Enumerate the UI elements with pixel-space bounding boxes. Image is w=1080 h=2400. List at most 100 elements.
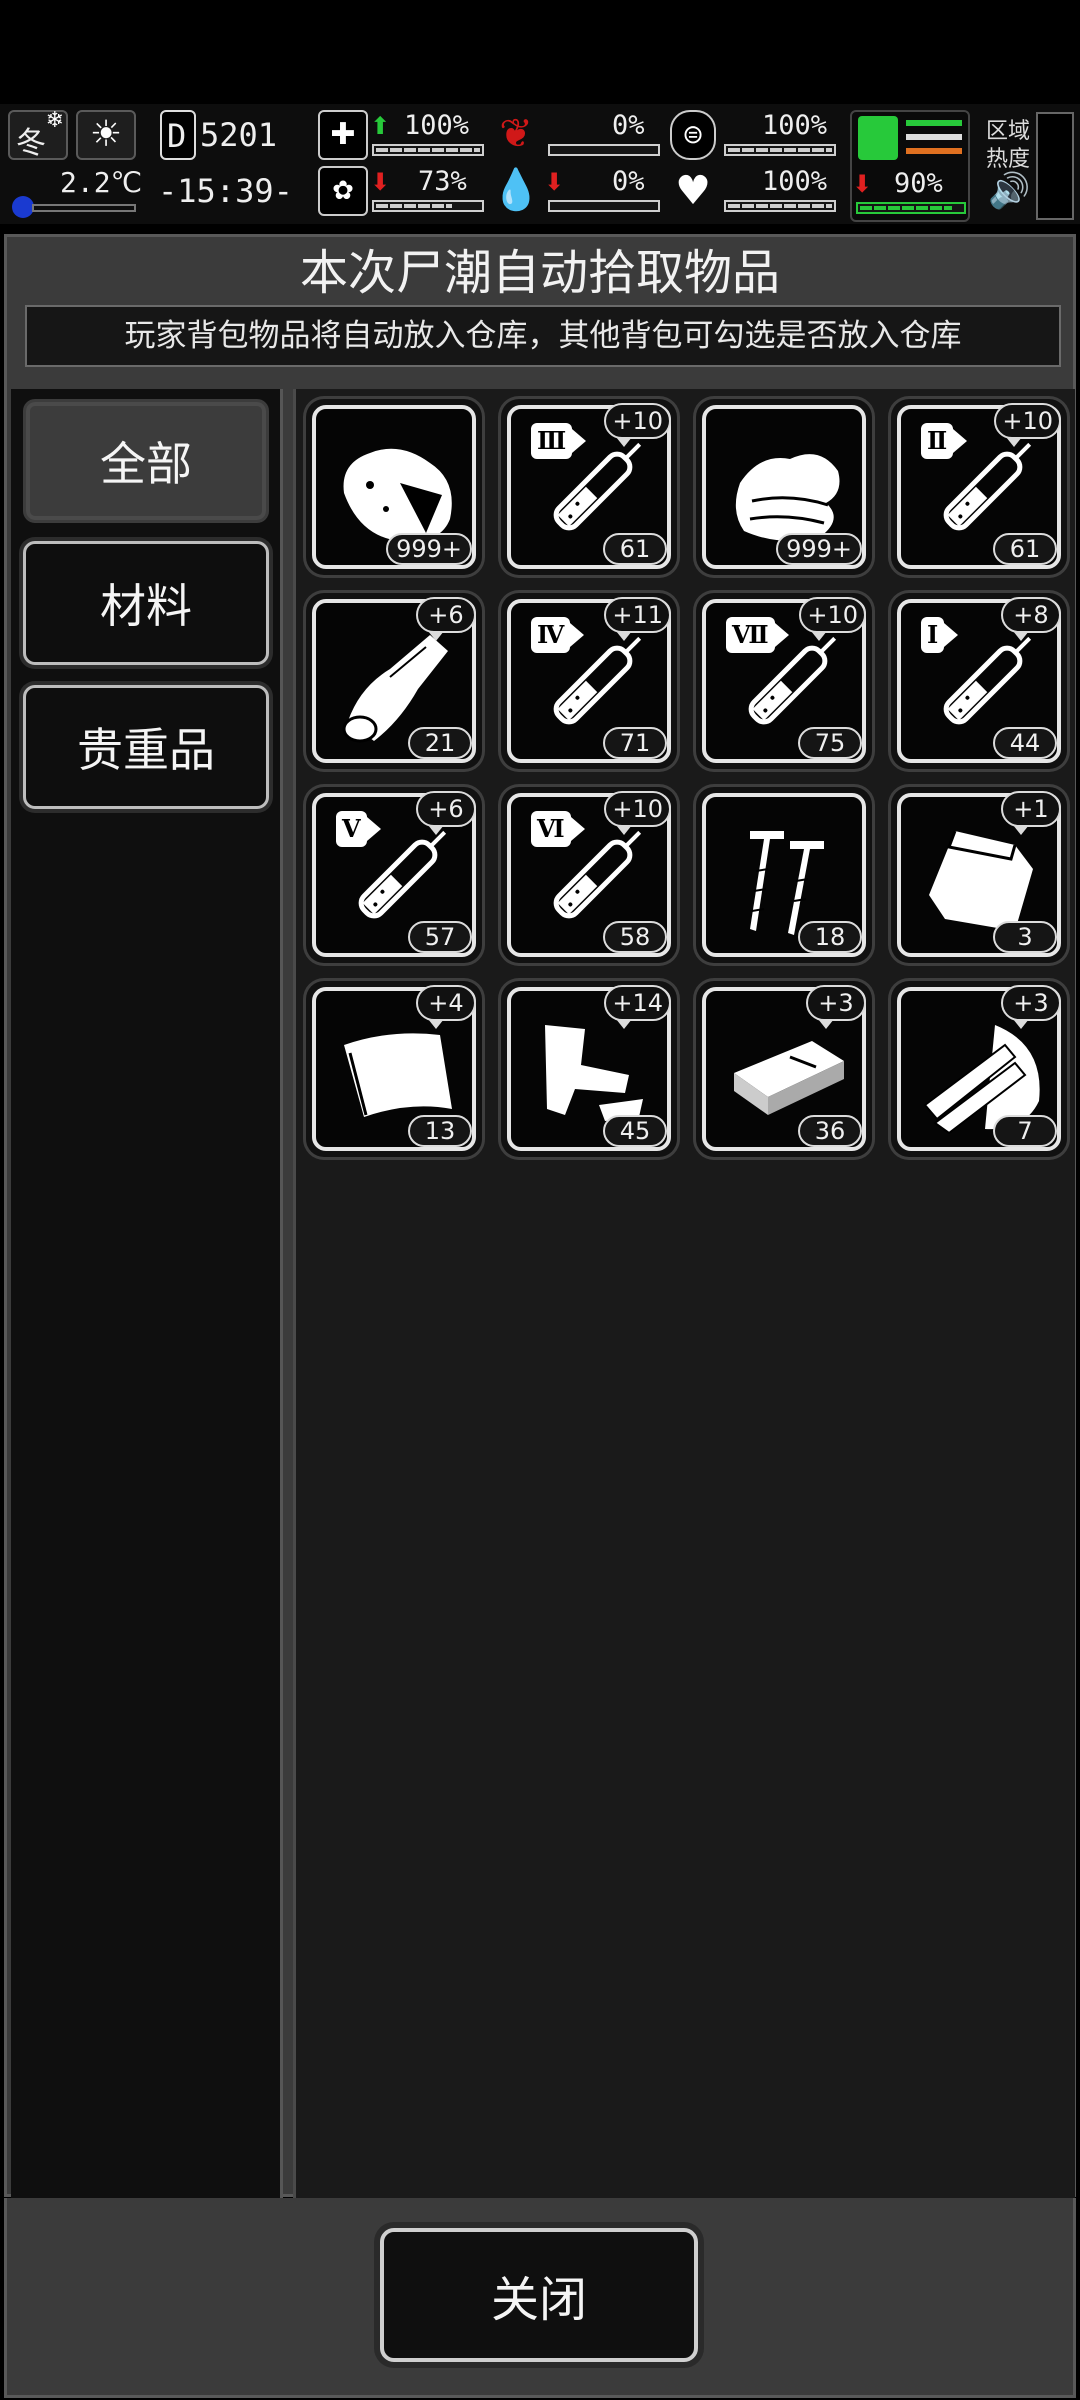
day-counter: 5201	[200, 116, 278, 154]
sun-icon: ☀	[89, 114, 123, 155]
item-count: 7	[993, 1115, 1057, 1147]
bonus-bubble: +14	[604, 985, 671, 1029]
stamina-box: ⬇ 90%	[850, 110, 970, 222]
tier-badge: Ⅲ	[531, 423, 587, 459]
heart-icon: ♥	[675, 168, 711, 214]
tier-badge: Ⅴ	[336, 811, 381, 847]
item-slot[interactable]: +3 7	[891, 981, 1067, 1157]
stomach-icon: ❦	[499, 111, 533, 157]
item-count: 18	[798, 921, 862, 953]
zone-heat-label: 区域 热度	[986, 119, 1031, 172]
thirst-pct: 100%	[762, 110, 828, 141]
item-slot[interactable]: Ⅲ +10 61	[501, 399, 677, 575]
item-count: 21	[408, 727, 472, 759]
blood-pct: 0%	[612, 166, 645, 197]
item-count: 58	[603, 921, 667, 953]
item-slot[interactable]: 999+	[306, 399, 482, 575]
temperature-bar	[32, 204, 136, 212]
status-bar: 冬 ❄ ☀ 2.2℃ D 5201 -15:39- ✚ ⬆ 100% ✿ ⬇ 7…	[0, 104, 1080, 224]
item-count: 3	[993, 921, 1057, 953]
thirst-box: ⊜	[670, 110, 716, 160]
bonus-bubble: +6	[416, 791, 476, 835]
bonus-bubble: +4	[416, 985, 476, 1029]
item-slot[interactable]: Ⅳ +11 71	[501, 593, 677, 769]
bonus-bubble: +10	[994, 403, 1061, 447]
temperature-indicator	[12, 196, 34, 218]
clock: -15:39-	[158, 172, 293, 210]
bonus-bubble: +1	[1001, 791, 1061, 835]
item-slot[interactable]: Ⅵ +10 58	[501, 787, 677, 963]
bonus-bubble: +3	[806, 985, 866, 1029]
bonus-bubble: +3	[1001, 985, 1061, 1029]
temperature: 2.2℃	[60, 166, 143, 199]
category-sidebar: 全部 材料 贵重品	[11, 389, 283, 2199]
item-slot[interactable]: +14 45	[501, 981, 677, 1157]
item-slot[interactable]: +4 13	[306, 981, 482, 1157]
item-count: 44	[993, 727, 1057, 759]
boot-icon	[858, 116, 898, 160]
item-count: 13	[408, 1115, 472, 1147]
health-bar	[372, 144, 484, 156]
medkit-icon: ✚	[330, 117, 356, 152]
dialog-notice: 玩家背包物品将自动放入仓库，其他背包可勾选是否放入仓库	[25, 305, 1061, 367]
hunger-pct: 0%	[612, 110, 645, 141]
bonus-bubble: +10	[799, 597, 866, 641]
category-tab-materials[interactable]: 材料	[23, 541, 269, 665]
water-bottle-icon: ⊜	[682, 120, 704, 150]
category-tab-all[interactable]: 全部	[23, 399, 269, 523]
bonus-bubble: +8	[1001, 597, 1061, 641]
tier-badge: Ⅵ	[531, 811, 585, 847]
hunger-bar	[548, 144, 660, 156]
snowflake-icon: ❄	[45, 108, 64, 133]
item-slot[interactable]: 18	[696, 787, 872, 963]
bonus-bubble: +10	[604, 791, 671, 835]
item-count: 999+	[386, 533, 472, 565]
brain-icon: ✿	[332, 176, 354, 206]
bonus-bubble: +11	[604, 597, 671, 641]
arrow-down-icon: ⬇	[370, 168, 391, 196]
speaker-icon[interactable]: 🔊	[988, 174, 1030, 208]
sanity-box: ✿	[318, 166, 368, 216]
heart-bar	[724, 200, 836, 212]
item-slot[interactable]: +3 36	[696, 981, 872, 1157]
item-slot[interactable]: Ⅱ +10 61	[891, 399, 1067, 575]
sun-box: ☀	[76, 110, 136, 160]
item-slot[interactable]: Ⅶ +10 75	[696, 593, 872, 769]
sanity-pct: 73%	[418, 166, 467, 197]
health-pct: 100%	[404, 110, 470, 141]
item-count: 45	[603, 1115, 667, 1147]
item-slot[interactable]: Ⅰ +8 44	[891, 593, 1067, 769]
blood-drop-icon: 💧	[491, 167, 541, 213]
item-slot[interactable]: +1 3	[891, 787, 1067, 963]
tier-badge: Ⅳ	[531, 617, 585, 653]
category-tab-valuables[interactable]: 贵重品	[23, 685, 269, 809]
system-top-bar	[0, 0, 1080, 104]
tier-badge: Ⅶ	[726, 617, 789, 653]
item-slot[interactable]: Ⅴ +6 57	[306, 787, 482, 963]
arrow-down-icon: ⬇	[544, 168, 565, 196]
tier-badge: Ⅱ	[921, 423, 968, 459]
item-count: 75	[798, 727, 862, 759]
close-button[interactable]: 关闭	[380, 2228, 698, 2362]
bonus-bubble: +6	[416, 597, 476, 641]
zone-heat-meter	[1036, 112, 1074, 220]
sanity-bar	[372, 200, 484, 212]
arrow-up-icon: ⬆	[370, 112, 391, 140]
item-count: 36	[798, 1115, 862, 1147]
item-count: 57	[408, 921, 472, 953]
tier-badge: Ⅰ	[921, 617, 959, 653]
arrow-down-icon: ⬇	[852, 170, 873, 198]
item-grid: 999+ Ⅲ +10 61 999+ Ⅱ +10 61 +6 21 Ⅳ +11 71 Ⅶ +10 75 Ⅰ +8 4…	[293, 389, 1075, 2199]
bonus-bubble: +10	[604, 403, 671, 447]
stamina-bar	[856, 202, 966, 214]
health-box: ✚	[318, 110, 368, 160]
item-count: 999+	[776, 533, 862, 565]
season-box: 冬 ❄	[8, 108, 68, 161]
thirst-bar	[724, 144, 836, 156]
heart-pct: 100%	[762, 166, 828, 197]
item-count: 71	[603, 727, 667, 759]
auto-loot-dialog: 本次尸潮自动拾取物品 玩家背包物品将自动放入仓库，其他背包可勾选是否放入仓库 全…	[4, 234, 1076, 2199]
day-prefix: D	[167, 117, 187, 155]
item-slot[interactable]: 999+	[696, 399, 872, 575]
item-slot[interactable]: +6 21	[306, 593, 482, 769]
